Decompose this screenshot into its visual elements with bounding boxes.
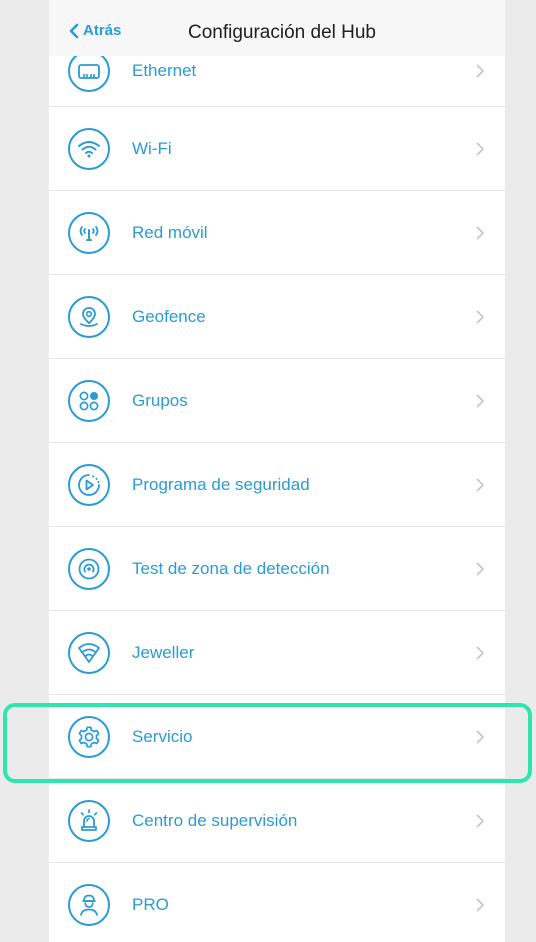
chevron-right-icon [476, 477, 485, 492]
menu-item-label: Wi-Fi [132, 138, 172, 158]
menu-item-geofence[interactable]: Geofence [49, 275, 505, 359]
groups-icon [68, 379, 110, 422]
chevron-right-icon [476, 225, 485, 240]
chevron-right-icon [476, 813, 485, 828]
settings-list: Ethernet Wi-Fi Red móvil Geofence Grupos… [49, 36, 505, 942]
menu-item-label: Red móvil [132, 222, 208, 242]
menu-item-label: Test de zona de detección [132, 558, 330, 578]
menu-item-label: Geofence [132, 306, 206, 326]
menu-item-detection-zone-test[interactable]: Test de zona de detección [49, 527, 505, 611]
chevron-right-icon [476, 561, 485, 576]
menu-item-pro[interactable]: PRO [49, 863, 505, 942]
cellular-antenna-icon [68, 211, 110, 254]
chevron-right-icon [476, 64, 485, 78]
menu-item-label: Jeweller [132, 642, 195, 662]
menu-item-service[interactable]: Servicio [49, 695, 505, 779]
menu-item-security-schedule[interactable]: Programa de seguridad [49, 443, 505, 527]
menu-item-label: Ethernet [132, 61, 197, 80]
menu-item-groups[interactable]: Grupos [49, 359, 505, 443]
jeweller-icon [68, 631, 110, 674]
alarm-beacon-icon [68, 799, 110, 842]
wifi-icon [68, 127, 110, 170]
menu-item-mobile-network[interactable]: Red móvil [49, 191, 505, 275]
chevron-right-icon [476, 141, 485, 156]
menu-item-jeweller[interactable]: Jeweller [49, 611, 505, 695]
menu-item-label: Servicio [132, 726, 193, 746]
ethernet-icon [68, 50, 110, 92]
pro-user-icon [68, 883, 110, 926]
security-schedule-icon [68, 463, 110, 506]
location-pin-icon [68, 295, 110, 338]
navigation-bar: Atrás Configuración del Hub [49, 0, 505, 56]
chevron-right-icon [476, 393, 485, 408]
phone-screen: Atrás Configuración del Hub Ethernet Wi-… [49, 0, 505, 942]
menu-item-label: PRO [132, 894, 169, 914]
menu-item-label: Programa de seguridad [132, 474, 310, 494]
chevron-right-icon [476, 645, 485, 660]
menu-item-wifi[interactable]: Wi-Fi [49, 107, 505, 191]
menu-item-label: Grupos [132, 390, 188, 410]
detection-zone-icon [68, 547, 110, 590]
menu-item-label: Centro de supervisión [132, 810, 298, 830]
page-title: Configuración del Hub [187, 22, 376, 43]
chevron-right-icon [476, 897, 485, 912]
menu-item-monitoring-center[interactable]: Centro de supervisión [49, 779, 505, 863]
chevron-right-icon [476, 309, 485, 324]
gear-icon [68, 715, 110, 758]
chevron-right-icon [476, 729, 485, 744]
